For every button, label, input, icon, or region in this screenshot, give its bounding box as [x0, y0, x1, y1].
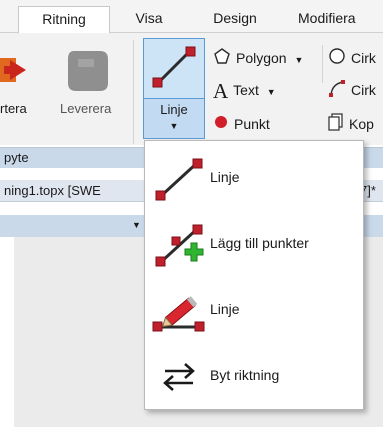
menu-item-label: Lägg till punkter	[210, 235, 309, 251]
pencil-line-icon	[152, 296, 205, 332]
add-points-icon	[155, 224, 204, 267]
tab-visa[interactable]: Visa	[118, 6, 180, 33]
menu-item-label: Linje	[210, 169, 240, 185]
menu-item-byt-riktning[interactable]: Byt riktning	[146, 343, 364, 409]
leverera-icon	[68, 51, 108, 91]
circle-icon	[328, 47, 346, 71]
document-title-text: ning1.topx [SWE	[4, 183, 101, 198]
polygon-label: Polygon	[236, 50, 287, 66]
polygon-button[interactable]: Polygon ▼	[213, 47, 303, 69]
arc-icon	[328, 79, 346, 103]
linje-dropdown-menu: Linje Lägg till punkter Linje Byt riktni…	[144, 140, 364, 410]
menu-item-lagg-till-punkter[interactable]: Lägg till punkter	[146, 211, 364, 277]
menu-item-label: Byt riktning	[210, 367, 280, 383]
menu-item-linje-rita[interactable]: Linje	[146, 277, 364, 343]
group-label: pyte	[4, 150, 29, 165]
kopiera-label: Kop	[349, 116, 374, 132]
cirkel-button[interactable]: Cirk	[328, 47, 376, 69]
group-separator	[133, 40, 134, 144]
canvas-left-ruler	[0, 237, 14, 427]
cirkel-label: Cirk	[351, 50, 376, 66]
doc-chevron-down-icon[interactable]: ▼	[132, 220, 141, 230]
menu-item-label: Linje	[210, 301, 240, 317]
export-button-label[interactable]: rtera	[0, 101, 27, 116]
text-button[interactable]: A Text ▼	[213, 79, 276, 104]
leverera-button[interactable]: Leverera	[60, 101, 111, 116]
tab-modifiera[interactable]: Modifiera	[298, 6, 383, 33]
chevron-down-icon: ▼	[169, 121, 179, 131]
line-icon	[155, 158, 203, 201]
cirkelbage-label: Cirk	[351, 82, 376, 98]
swap-direction-icon	[163, 363, 195, 391]
linje-button-main[interactable]	[144, 39, 204, 97]
text-chevron-down-icon: ▼	[266, 87, 276, 97]
polygon-chevron-down-icon: ▼	[294, 55, 304, 65]
menu-item-linje[interactable]: Linje	[146, 145, 364, 211]
pentagon-icon	[213, 47, 231, 71]
red-dot-icon	[213, 114, 229, 136]
linje-split-button[interactable]: Linje ▼	[143, 38, 205, 139]
kopiera-button[interactable]: Kop	[328, 113, 374, 135]
cirkelbage-button[interactable]: Cirk	[328, 79, 376, 101]
text-a-icon: A	[213, 79, 229, 104]
tab-ritning[interactable]: Ritning	[18, 6, 110, 34]
export-arrow-icon	[0, 58, 26, 82]
tab-design[interactable]: Design	[190, 6, 280, 33]
linje-button-label: Linje	[160, 102, 188, 117]
ribbon-tab-bar: Ritning Visa Design Modifiera	[0, 0, 383, 34]
punkt-button[interactable]: Punkt	[213, 113, 270, 135]
punkt-label: Punkt	[234, 116, 270, 132]
linje-button-dropdown[interactable]: Linje ▼	[144, 98, 204, 138]
text-label: Text	[233, 82, 259, 98]
column-separator	[322, 45, 323, 83]
line-icon	[152, 46, 196, 88]
copy-icon	[328, 113, 344, 137]
